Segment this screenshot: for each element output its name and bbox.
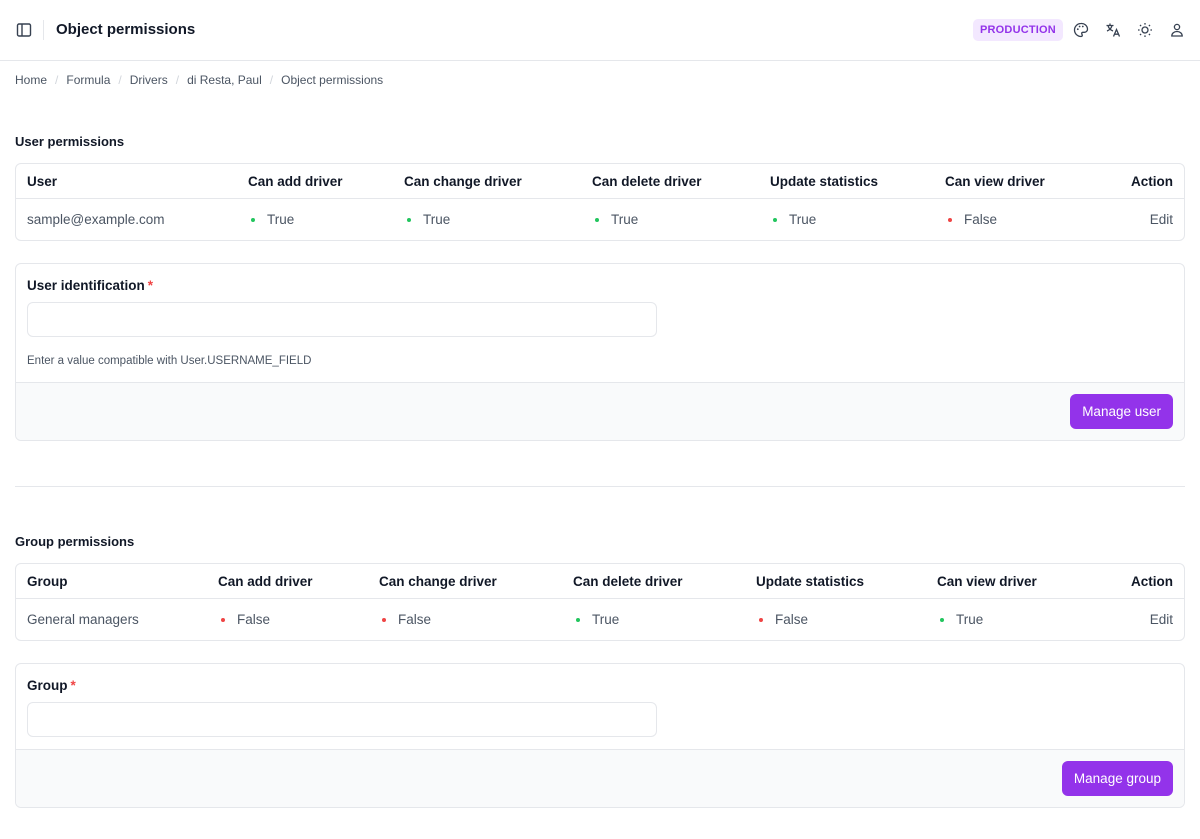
status-dot	[382, 617, 386, 622]
manage-user-button[interactable]: Manage user	[1070, 394, 1173, 429]
status-dot	[221, 617, 225, 622]
status-dot	[407, 217, 411, 222]
sidebar-toggle-icon[interactable]	[16, 22, 32, 38]
breadcrumb-separator: /	[118, 73, 122, 87]
label-text: Group	[27, 678, 68, 693]
breadcrumb-separator: /	[175, 73, 180, 87]
status-dot	[759, 617, 763, 622]
user-permissions-title: User permissions	[15, 134, 125, 149]
permission-value: False	[398, 612, 432, 627]
form-footer: Manage user	[16, 382, 1184, 440]
column-header: Action	[1131, 174, 1173, 189]
status-dot	[576, 617, 580, 622]
permission-cell: True	[251, 212, 294, 227]
page-title: Object permissions	[56, 21, 196, 38]
permission-cell: True	[576, 612, 619, 627]
permission-value: True	[423, 212, 451, 227]
permission-cell: False	[382, 612, 431, 627]
column-header: Action	[1131, 574, 1173, 589]
edit-link[interactable]: Edit	[1150, 212, 1173, 227]
status-dot	[940, 617, 944, 622]
group-permissions-title: Group permissions	[15, 534, 135, 549]
user-icon[interactable]	[1169, 22, 1185, 38]
translate-icon[interactable]	[1105, 22, 1121, 38]
column-header: Can change driver	[404, 174, 522, 189]
edit-link[interactable]: Edit	[1150, 612, 1173, 627]
group-cell: General managers	[27, 612, 139, 627]
user-permissions-table: User Can add driver Can change driver Ca…	[15, 163, 1185, 241]
header-divider	[43, 20, 44, 40]
permission-value: True	[267, 212, 295, 227]
permission-cell: False	[759, 612, 808, 627]
breadcrumb-current: Object permissions	[281, 73, 384, 87]
breadcrumb-separator: /	[269, 73, 274, 87]
permission-cell: True	[940, 612, 983, 627]
group-permissions-table: Group Can add driver Can change driver C…	[15, 563, 1185, 641]
table-row: General managers False False True False …	[16, 599, 1184, 640]
permission-value: True	[956, 612, 984, 627]
status-dot	[948, 217, 952, 222]
breadcrumb-formula[interactable]: Formula	[66, 73, 110, 87]
permission-cell: True	[407, 212, 450, 227]
column-header: Can delete driver	[573, 574, 683, 589]
permission-value: True	[789, 212, 817, 227]
user-identification-label: User identification *	[27, 278, 153, 293]
permission-value: False	[237, 612, 271, 627]
status-dot	[773, 217, 777, 222]
status-dot	[595, 217, 599, 222]
user-identification-input[interactable]	[27, 302, 657, 337]
manage-group-button[interactable]: Manage group	[1061, 761, 1173, 796]
top-header: Object permissions PRODUCTION	[0, 0, 1200, 61]
help-text: Enter a value compatible with User.USERN…	[27, 355, 312, 367]
table-header: User Can add driver Can change driver Ca…	[16, 164, 1184, 199]
group-input[interactable]	[27, 702, 657, 737]
column-header: Can delete driver	[592, 174, 702, 189]
permission-value: False	[964, 212, 998, 227]
breadcrumb-drivers[interactable]: Drivers	[130, 73, 168, 87]
user-cell: sample@example.com	[27, 212, 165, 227]
sun-icon[interactable]	[1137, 22, 1153, 38]
breadcrumb-home[interactable]: Home	[15, 73, 47, 87]
permission-cell: False	[948, 212, 997, 227]
column-header: Can view driver	[937, 574, 1037, 589]
permission-value: False	[775, 612, 809, 627]
section-divider	[15, 486, 1185, 487]
label-text: User identification	[27, 278, 145, 293]
required-mark: *	[147, 278, 154, 293]
permission-cell: True	[595, 212, 638, 227]
table-row: sample@example.com True True True True F…	[16, 199, 1184, 240]
permission-value: True	[611, 212, 639, 227]
breadcrumb: Home / Formula / Drivers / di Resta, Pau…	[15, 73, 383, 87]
column-header: Can change driver	[379, 574, 497, 589]
column-header: User	[27, 174, 58, 189]
required-mark: *	[70, 678, 76, 693]
column-header: Update statistics	[756, 574, 865, 589]
column-header: Group	[27, 574, 68, 589]
breadcrumb-driver[interactable]: di Resta, Paul	[187, 73, 262, 87]
permission-cell: False	[221, 612, 270, 627]
form-footer: Manage group	[16, 749, 1184, 807]
column-header: Can add driver	[248, 174, 343, 189]
manage-group-form: Group * Manage group	[15, 663, 1185, 808]
column-header: Update statistics	[770, 174, 879, 189]
palette-icon[interactable]	[1073, 22, 1089, 38]
status-dot	[251, 217, 255, 222]
environment-badge: PRODUCTION	[973, 19, 1063, 41]
breadcrumb-separator: /	[55, 73, 59, 87]
column-header: Can add driver	[218, 574, 313, 589]
manage-user-form: User identification * Enter a value compa…	[15, 263, 1185, 441]
permission-value: True	[592, 612, 620, 627]
table-header: Group Can add driver Can change driver C…	[16, 564, 1184, 599]
group-label: Group *	[27, 678, 76, 693]
column-header: Can view driver	[945, 174, 1045, 189]
permission-cell: True	[773, 212, 816, 227]
